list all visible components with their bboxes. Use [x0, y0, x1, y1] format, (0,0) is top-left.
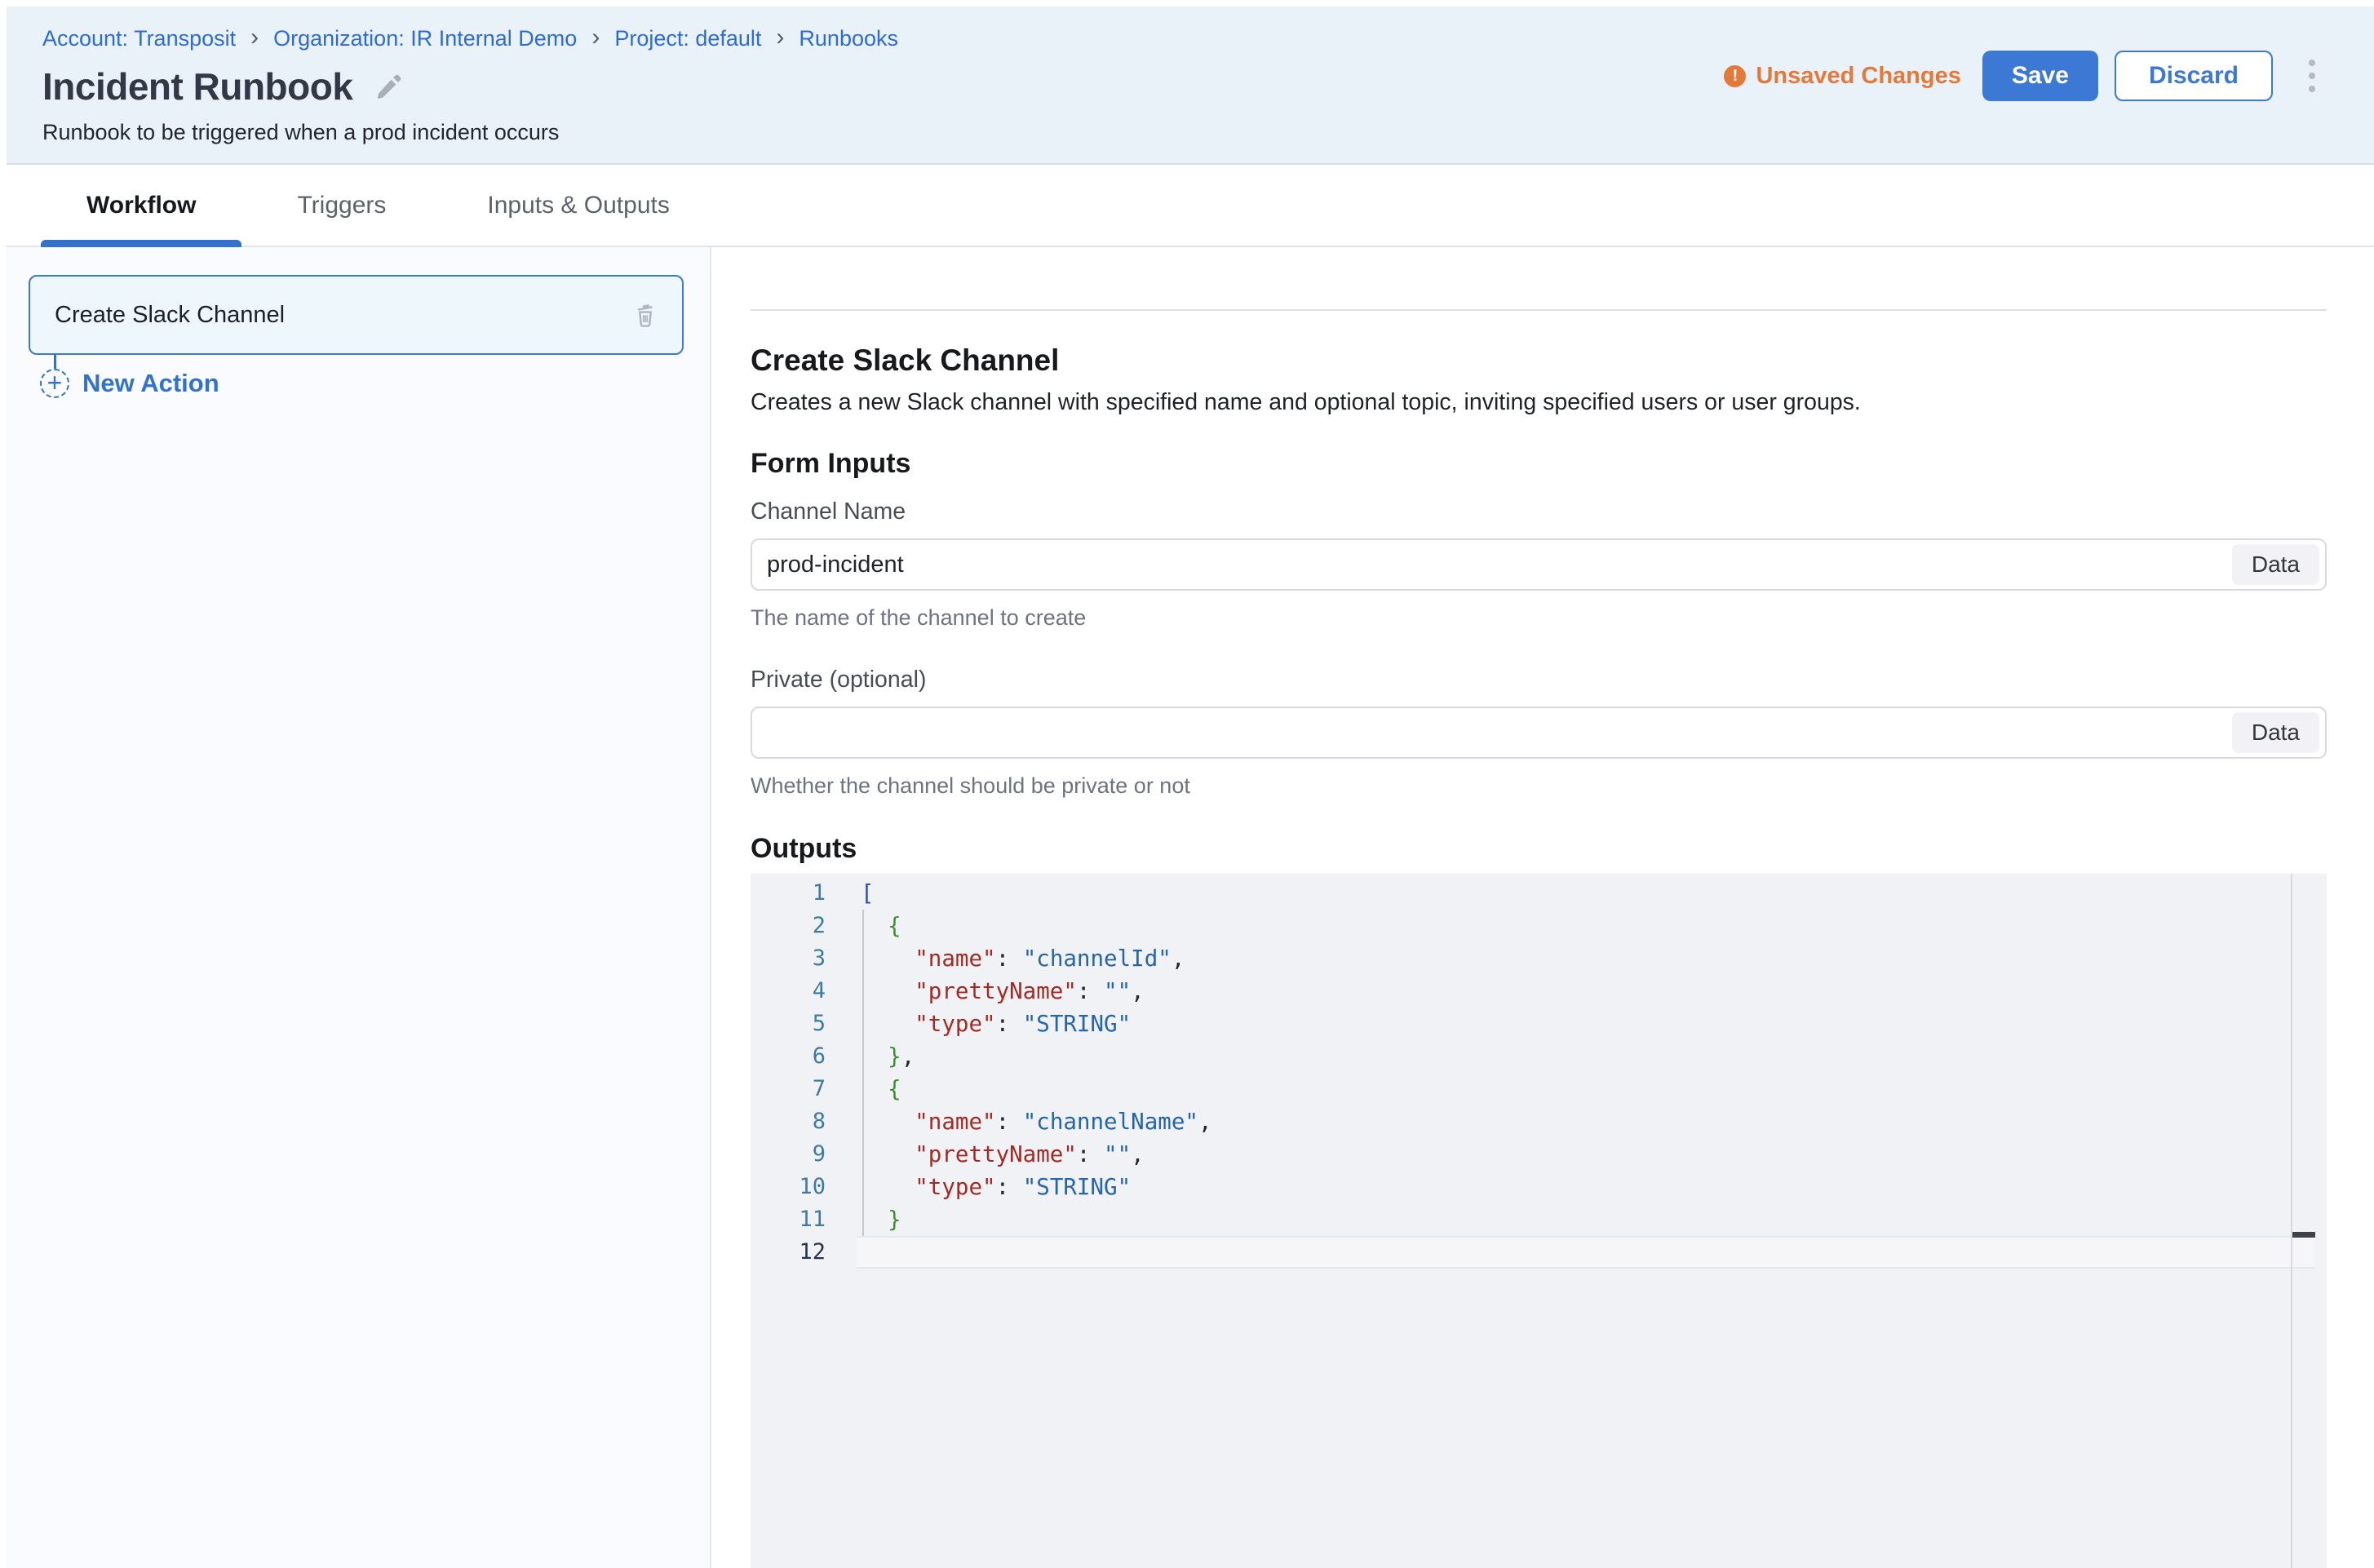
code-line: 4 "prettyName": "", [751, 975, 2327, 1008]
breadcrumb-organization-link[interactable]: Organization: IR Internal Demo [273, 26, 577, 51]
line-number: 11 [751, 1203, 826, 1236]
tab-triggers[interactable]: Triggers [251, 165, 432, 246]
breadcrumb-account-link[interactable]: Account: Transposit [42, 26, 236, 51]
code-editor-lines: 1[2 {3 "name": "channelId",4 "prettyName… [751, 874, 2327, 1269]
indent-guide-line [862, 910, 864, 1236]
outputs-heading: Outputs [751, 831, 2327, 866]
action-card-create-slack-channel[interactable]: Create Slack Channel [29, 275, 684, 355]
line-number: 9 [751, 1138, 826, 1171]
line-number: 5 [751, 1008, 826, 1040]
unsaved-changes-badge: ! Unsaved Changes [1724, 63, 1960, 90]
code-line: 8 "name": "channelName", [751, 1105, 2327, 1138]
line-number: 4 [751, 975, 826, 1008]
line-number: 10 [751, 1171, 826, 1203]
code-line: 2 { [751, 910, 2327, 942]
channel-name-label: Channel Name [751, 498, 2327, 525]
tab-workflow[interactable]: Workflow [41, 165, 241, 246]
chevron-right-icon: › [776, 26, 784, 48]
code-line: 9 "prettyName": "", [751, 1138, 2327, 1171]
private-label: Private (optional) [751, 667, 2327, 693]
line-number: 8 [751, 1105, 826, 1138]
line-number: 1 [751, 877, 826, 910]
save-button[interactable]: Save [1982, 51, 2098, 101]
page-title: Incident Runbook [42, 64, 352, 109]
new-action-button[interactable]: + New Action [40, 369, 710, 398]
edit-title-icon[interactable] [374, 71, 405, 102]
active-line-highlight [857, 1236, 2315, 1269]
tab-bar: Workflow Triggers Inputs & Outputs [7, 165, 2374, 247]
channel-name-input[interactable] [767, 551, 2232, 578]
page: Account: Transposit › Organization: IR I… [0, 0, 2374, 1568]
breadcrumb-runbooks-link[interactable]: Runbooks [799, 26, 898, 51]
discard-button[interactable]: Discard [2115, 51, 2273, 101]
line-number: 7 [751, 1073, 826, 1105]
delete-action-icon[interactable] [631, 301, 659, 329]
warning-icon: ! [1724, 65, 1746, 87]
unsaved-changes-label: Unsaved Changes [1756, 63, 1960, 90]
action-title: Create Slack Channel [751, 343, 2327, 378]
code-line: 10 "type": "STRING" [751, 1171, 2327, 1203]
runbook-description: Runbook to be triggered when a prod inci… [42, 120, 2323, 145]
workflow-steps-panel: Create Slack Channel + New Action [7, 247, 711, 1568]
header: Account: Transposit › Organization: IR I… [7, 7, 2374, 165]
code-line: 11 } [751, 1203, 2327, 1236]
private-help: Whether the channel should be private or… [751, 773, 2327, 799]
action-description: Creates a new Slack channel with specifi… [751, 388, 2327, 417]
editor-scrollbar-track [2291, 874, 2292, 1568]
code-line: 1[ [751, 877, 2327, 910]
code-line: 7 { [751, 1073, 2327, 1105]
action-card-label: Create Slack Channel [55, 302, 631, 329]
channel-name-field-wrap: Data [751, 538, 2327, 591]
breadcrumb: Account: Transposit › Organization: IR I… [42, 26, 2323, 51]
line-number: 2 [751, 910, 826, 942]
editor-scrollbar-thumb[interactable] [2292, 1232, 2315, 1238]
line-number: 12 [751, 1236, 826, 1269]
new-action-label: New Action [82, 369, 219, 398]
action-detail-panel: Create Slack Channel Creates a new Slack… [711, 247, 2374, 1568]
private-field-wrap: Data [751, 706, 2327, 759]
divider [751, 309, 2327, 311]
plus-icon: + [40, 369, 69, 398]
code-line: 6 }, [751, 1040, 2327, 1073]
more-options-menu-icon[interactable] [2301, 55, 2323, 97]
breadcrumb-project-link[interactable]: Project: default [614, 26, 761, 51]
channel-name-data-button[interactable]: Data [2232, 544, 2319, 585]
channel-name-help: The name of the channel to create [751, 605, 2327, 631]
chevron-right-icon: › [250, 26, 259, 48]
line-number: 6 [751, 1040, 826, 1073]
tab-inputs-outputs[interactable]: Inputs & Outputs [441, 165, 715, 246]
form-inputs-heading: Form Inputs [751, 446, 2327, 481]
code-line: 5 "type": "STRING" [751, 1008, 2327, 1040]
private-data-button[interactable]: Data [2232, 712, 2319, 753]
private-input[interactable] [767, 720, 2232, 746]
outputs-code-editor[interactable]: 1[2 {3 "name": "channelId",4 "prettyName… [751, 874, 2327, 1568]
code-line: 3 "name": "channelId", [751, 942, 2327, 975]
line-number: 3 [751, 942, 826, 975]
chevron-right-icon: › [591, 26, 600, 48]
step-connector-line [54, 355, 56, 369]
